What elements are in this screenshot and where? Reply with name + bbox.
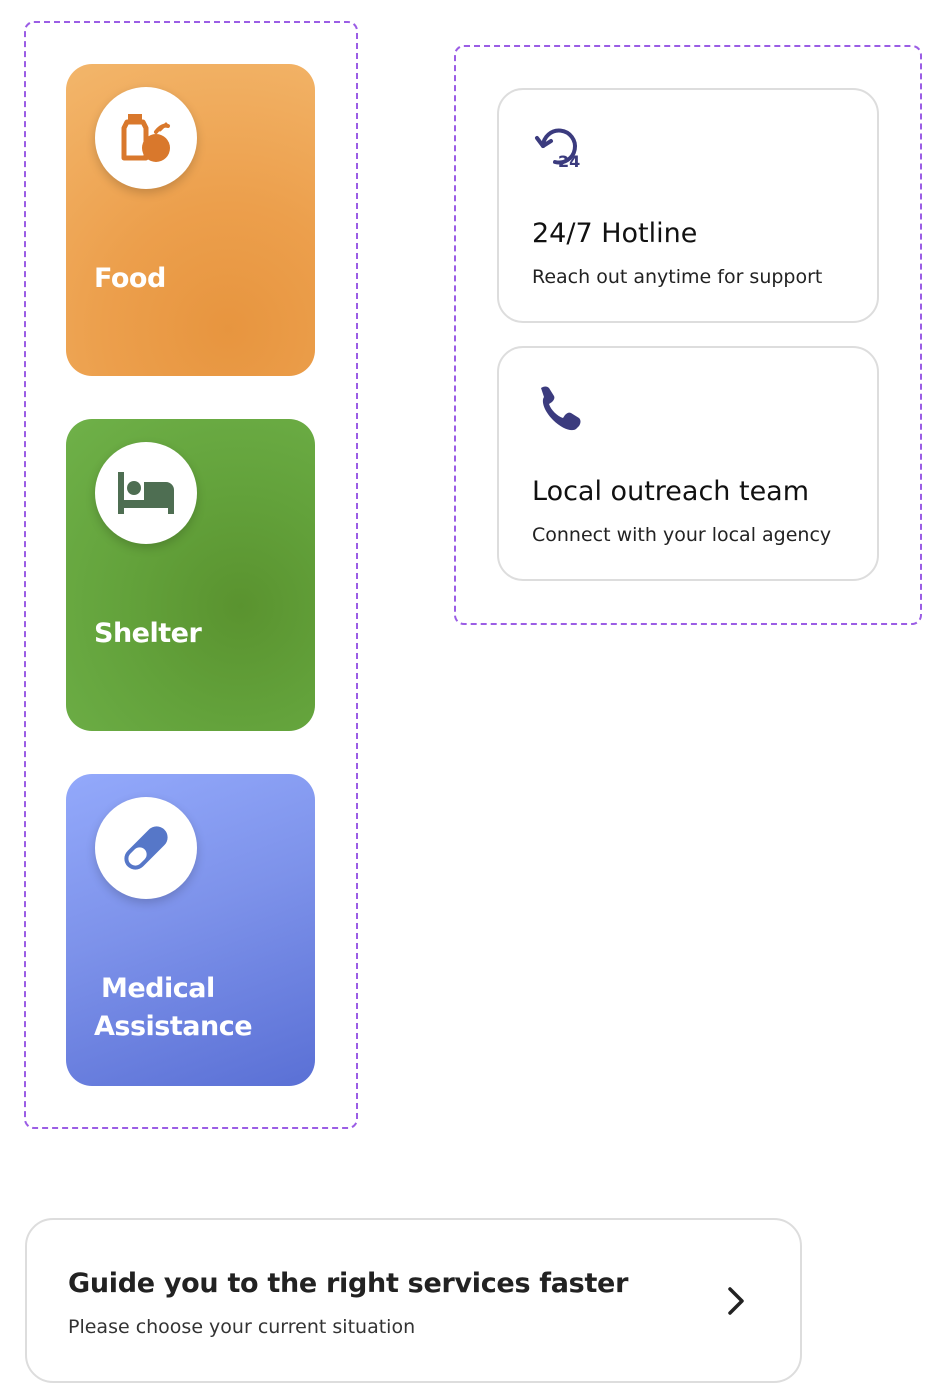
chevron-right-icon[interactable] (719, 1284, 753, 1318)
page: Food Shelter Medical Assistance 24 24/7 … (0, 0, 942, 1400)
medical-icon-badge (95, 797, 197, 899)
category-tile-shelter[interactable]: Shelter (66, 419, 315, 731)
hotline-subtitle: Reach out anytime for support (532, 266, 823, 288)
contact-card-outreach[interactable]: Local outreach team Connect with your lo… (497, 346, 879, 581)
outreach-subtitle: Connect with your local agency (532, 524, 832, 546)
shelter-icon-badge (95, 442, 197, 544)
food-bottle-fruit-icon (121, 114, 170, 162)
guide-banner[interactable]: Guide you to the right services faster P… (25, 1218, 802, 1383)
guide-subtitle: Please choose your current situation (68, 1316, 416, 1338)
pill-capsule-icon (124, 826, 168, 870)
bed-icon (118, 472, 174, 514)
svg-text:24: 24 (558, 152, 580, 171)
category-label-medical: Medical Assistance (94, 970, 294, 1046)
category-label-medical-line2: Assistance (94, 1011, 253, 1042)
category-tile-medical[interactable]: Medical Assistance (66, 774, 315, 1086)
24h-clock-icon: 24 (535, 128, 580, 171)
phone-icon (541, 386, 581, 431)
outreach-title: Local outreach team (532, 476, 810, 507)
category-label-medical-line1: Medical (101, 973, 215, 1004)
guide-title: Guide you to the right services faster (68, 1268, 629, 1299)
contact-card-hotline[interactable]: 24 24/7 Hotline Reach out anytime for su… (497, 88, 879, 323)
category-label-food: Food (94, 263, 166, 294)
hotline-title: 24/7 Hotline (532, 218, 698, 249)
category-tile-food[interactable]: Food (66, 64, 315, 376)
category-label-shelter: Shelter (94, 618, 202, 649)
food-icon-badge (95, 87, 197, 189)
